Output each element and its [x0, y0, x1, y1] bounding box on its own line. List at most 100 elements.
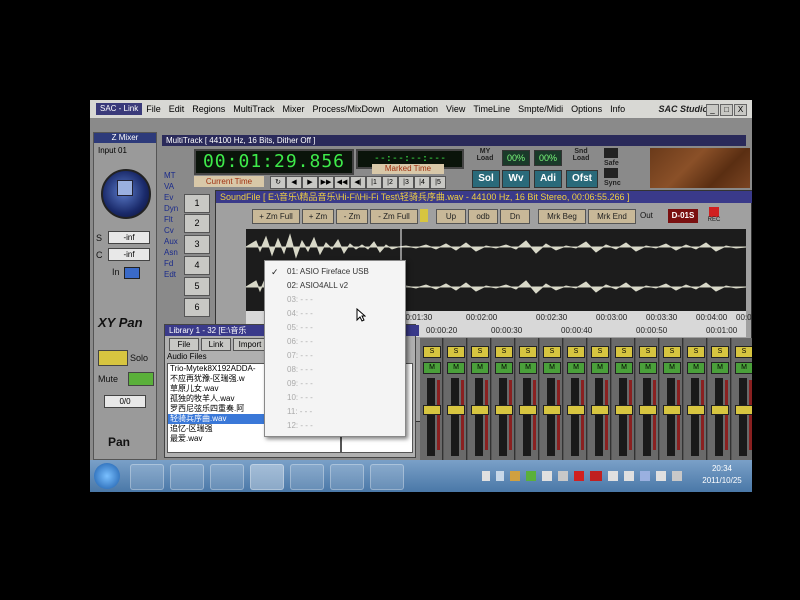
fader-track[interactable] — [691, 378, 699, 456]
dropdown-item[interactable]: 11: - - - — [265, 405, 405, 419]
start-button-icon[interactable] — [94, 463, 120, 489]
folder-icon[interactable] — [170, 464, 204, 490]
app-label[interactable]: SAC - Link — [96, 103, 143, 115]
pan-value-field[interactable]: 0/0 — [104, 395, 146, 408]
menu-automation[interactable]: Automation — [389, 104, 443, 114]
fader-handle[interactable] — [591, 404, 609, 415]
strip-solo-button[interactable]: S — [687, 346, 705, 358]
dropdown-item[interactable]: 09: - - - — [265, 377, 405, 391]
fader-handle[interactable] — [663, 404, 681, 415]
fader-handle[interactable] — [519, 404, 537, 415]
ie-icon[interactable] — [130, 464, 164, 490]
fader-handle[interactable] — [735, 404, 752, 415]
strip-solo-button[interactable]: S — [711, 346, 729, 358]
track-button-4[interactable]: 4 — [184, 256, 210, 275]
dropdown-item[interactable]: ✓ 01: ASIO Fireface USB — [265, 265, 405, 279]
track-button-6[interactable]: 6 — [184, 298, 210, 317]
moon-app-icon[interactable] — [210, 464, 244, 490]
strip-solo-button[interactable]: S — [663, 346, 681, 358]
strip-solo-button[interactable]: S — [447, 346, 465, 358]
record-button[interactable]: REC — [704, 207, 724, 225]
track-button-2[interactable]: 2 — [184, 214, 210, 233]
fader-track[interactable] — [427, 378, 435, 456]
strip-solo-button[interactable]: S — [471, 346, 489, 358]
fader-handle[interactable] — [687, 404, 705, 415]
strip-mute-button[interactable]: M — [711, 362, 729, 374]
media-app-icon[interactable] — [290, 464, 324, 490]
fader-handle[interactable] — [639, 404, 657, 415]
fader-handle[interactable] — [711, 404, 729, 415]
strip-mute-button[interactable]: M — [567, 362, 585, 374]
s-level-field[interactable]: -inf — [108, 231, 150, 244]
fader-handle[interactable] — [543, 404, 561, 415]
dropdown-item[interactable]: 05: - - - — [265, 321, 405, 335]
menu-timeline[interactable]: TimeLine — [469, 104, 514, 114]
fader-handle[interactable] — [567, 404, 585, 415]
up-button[interactable]: Up — [436, 209, 466, 224]
strip-solo-button[interactable]: S — [567, 346, 585, 358]
strip-mute-button[interactable]: M — [687, 362, 705, 374]
wv-button[interactable]: Wv — [502, 170, 530, 188]
play-button[interactable]: ▶ — [302, 176, 318, 189]
side-label[interactable]: VA — [164, 181, 182, 192]
menu-smpte[interactable]: Smpte/Midi — [514, 104, 567, 114]
dropdown-item[interactable]: 12: - - - — [265, 419, 405, 433]
mark-begin-button[interactable]: Mrk Beg — [538, 209, 586, 224]
menu-info[interactable]: Info — [606, 104, 629, 114]
side-label[interactable]: MT — [164, 170, 182, 181]
strip-solo-button[interactable]: S — [543, 346, 561, 358]
track-button-5[interactable]: 5 — [184, 277, 210, 296]
maximize-button[interactable]: □ — [720, 104, 733, 116]
dropdown-item[interactable]: 06: - - - — [265, 335, 405, 349]
strip-mute-button[interactable]: M — [543, 362, 561, 374]
marker-5-button[interactable]: |5 — [430, 176, 446, 189]
fader-track[interactable] — [451, 378, 459, 456]
ofst-button[interactable]: Ofst — [566, 170, 598, 188]
zoom-in-button[interactable]: + Zm — [302, 209, 334, 224]
fader-handle[interactable] — [447, 404, 465, 415]
solo-button[interactable] — [98, 350, 128, 366]
fader-track[interactable] — [547, 378, 555, 456]
marker-4-button[interactable]: |4 — [414, 176, 430, 189]
rewind-button[interactable]: ◀ — [286, 176, 302, 189]
loop-button[interactable]: ↻ — [270, 176, 286, 189]
fader-track[interactable] — [523, 378, 531, 456]
marker-1-button[interactable]: |1 — [366, 176, 382, 189]
output-device-button[interactable]: D-01S — [668, 209, 698, 223]
dropdown-item[interactable]: 02: ASIO4ALL v2 — [265, 279, 405, 293]
menu-process[interactable]: Process/MixDown — [308, 104, 388, 114]
side-label[interactable]: Asn — [164, 247, 182, 258]
fader-handle[interactable] — [615, 404, 633, 415]
fader-handle[interactable] — [495, 404, 513, 415]
fader-handle[interactable] — [423, 404, 441, 415]
strip-mute-button[interactable]: M — [591, 362, 609, 374]
player-app-icon[interactable] — [330, 464, 364, 490]
menu-multitrack[interactable]: MultiTrack — [229, 104, 278, 114]
menu-mixer[interactable]: Mixer — [278, 104, 308, 114]
strip-mute-button[interactable]: M — [495, 362, 513, 374]
track-button-3[interactable]: 3 — [184, 235, 210, 254]
dropdown-item[interactable]: 07: - - - — [265, 349, 405, 363]
strip-solo-button[interactable]: S — [519, 346, 537, 358]
dropdown-item[interactable]: 10: - - - — [265, 391, 405, 405]
taskbar-clock[interactable]: 20:34 2011/10/25 — [694, 463, 750, 487]
side-label[interactable]: Dyn — [164, 203, 182, 214]
sync-led[interactable] — [604, 168, 618, 178]
strip-solo-button[interactable]: S — [639, 346, 657, 358]
side-label[interactable]: Aux — [164, 236, 182, 247]
mark-end-button[interactable]: Mrk End — [588, 209, 636, 224]
dropdown-item[interactable]: 03: - - - — [265, 293, 405, 307]
strip-mute-button[interactable]: M — [447, 362, 465, 374]
strip-mute-button[interactable]: M — [471, 362, 489, 374]
in-button[interactable] — [124, 267, 140, 279]
library-file-button[interactable]: File — [169, 338, 199, 351]
odb-button[interactable]: odb — [468, 209, 498, 224]
strip-mute-button[interactable]: M — [735, 362, 752, 374]
strip-mute-button[interactable]: M — [519, 362, 537, 374]
fader-track[interactable] — [571, 378, 579, 456]
fader-track[interactable] — [715, 378, 723, 456]
library-import-button[interactable]: Import — [233, 338, 267, 351]
close-button[interactable]: X — [734, 104, 747, 116]
fader-track[interactable] — [619, 378, 627, 456]
fader-track[interactable] — [475, 378, 483, 456]
